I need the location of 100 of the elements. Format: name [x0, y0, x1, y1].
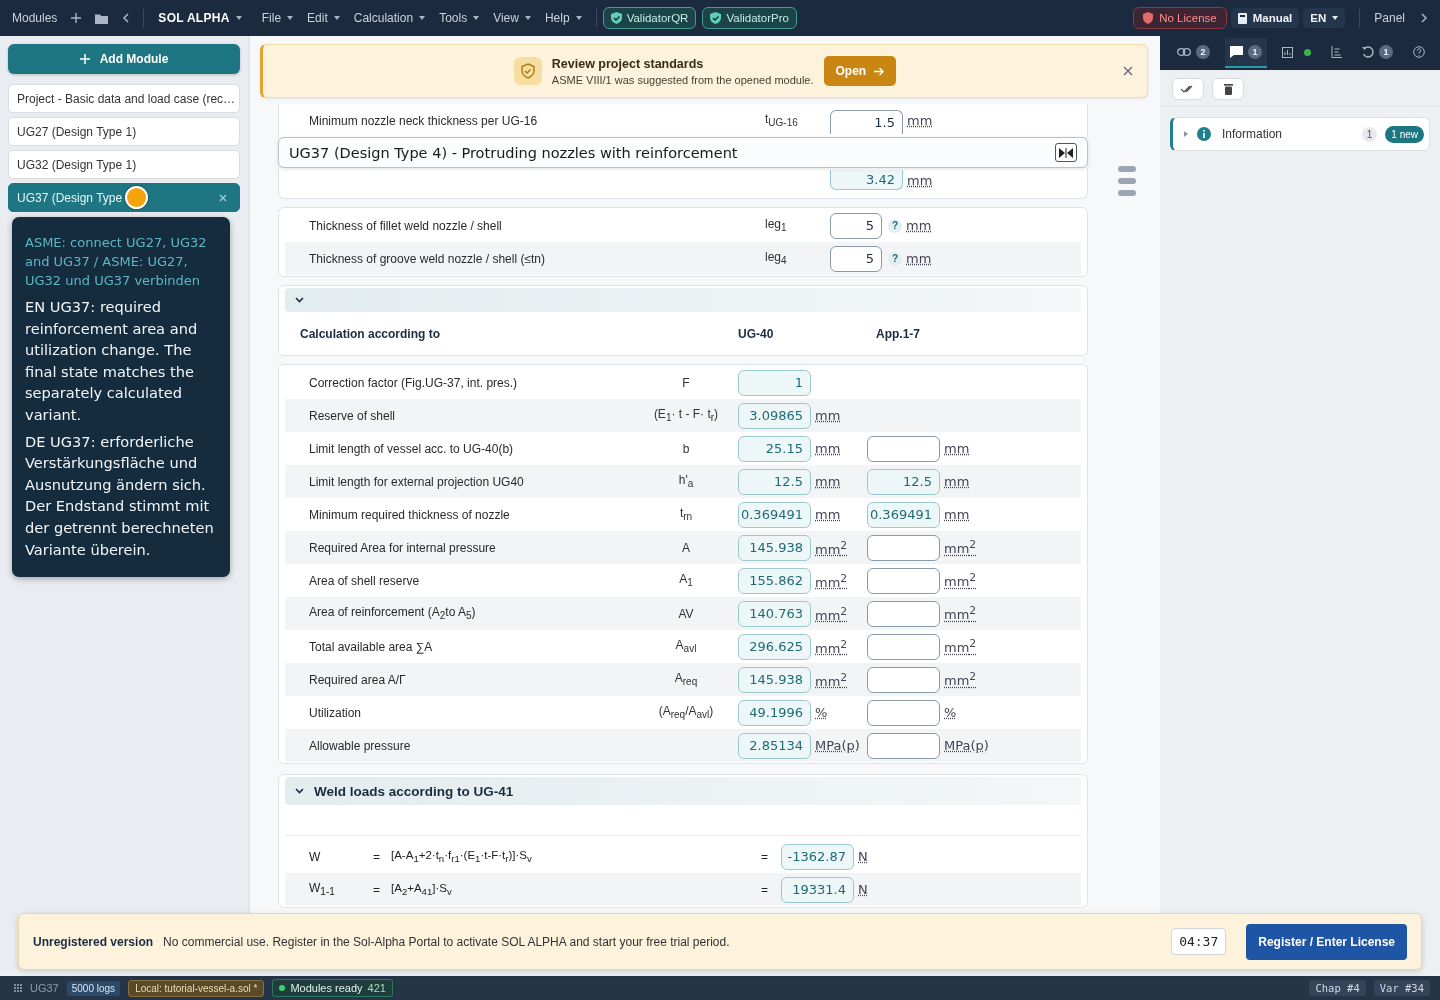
- symbol-label: A$_{1}$: [678, 572, 694, 589]
- result-field: 49.1996: [738, 699, 811, 726]
- module-item[interactable]: Project - Basic data and load case (rec…: [8, 84, 240, 113]
- input-field[interactable]: [867, 633, 940, 660]
- help-button[interactable]: ?: [888, 218, 902, 233]
- message-group[interactable]: Information 1 1 new: [1170, 117, 1430, 151]
- new-badge: 1 new: [1385, 125, 1424, 143]
- split-icon: [1059, 147, 1073, 158]
- drag-handle-icon[interactable]: [1118, 166, 1136, 196]
- result-field: -1362.87: [781, 843, 854, 870]
- unit-label: mm: [815, 474, 841, 489]
- unit-label: MPa(p): [815, 738, 860, 753]
- chevron-right-icon: [1421, 13, 1428, 23]
- result-field: 3.42: [830, 170, 903, 190]
- panel-tab[interactable]: 1: [1357, 38, 1398, 68]
- input-field[interactable]: [867, 435, 940, 462]
- input-field[interactable]: [867, 534, 940, 561]
- comment-icon: [1230, 46, 1243, 58]
- section-header[interactable]: Weld loads according to UG-41: [285, 777, 1081, 805]
- field-label: Reserve of shell: [308, 408, 397, 423]
- formula-text: [A-A$_{1}$+2·t$_{n}$·f$_{r1}$·(E$_{1}$·t-F·t$_{r}$)]·S$_{v}$: [391, 848, 533, 865]
- input-field[interactable]: [867, 567, 940, 594]
- validator-chip[interactable]: ValidatorPro: [702, 7, 797, 29]
- logs-badge[interactable]: 5000 logs: [66, 980, 121, 996]
- grip-icon: [14, 984, 22, 992]
- notice-text: ASME VIII/1 was suggested from the opened module.: [551, 73, 814, 86]
- unit-label: mm: [944, 507, 970, 522]
- input-field[interactable]: 1.5: [830, 109, 903, 134]
- variant-badge: Var #34: [1373, 980, 1430, 996]
- chevron-left-icon[interactable]: [122, 13, 130, 23]
- folder-icon[interactable]: [95, 12, 109, 24]
- modules-label: Modules: [12, 11, 58, 25]
- menu-item[interactable]: View: [493, 11, 531, 25]
- delete-button[interactable]: [1212, 78, 1244, 100]
- plus-icon[interactable]: [71, 13, 82, 23]
- add-module-button[interactable]: Add Module: [8, 44, 240, 74]
- help-icon: [1413, 46, 1425, 58]
- unit-label: %: [815, 705, 828, 720]
- unit-label: mm$^{2}$: [944, 670, 977, 689]
- symbol-label: A: [681, 540, 691, 555]
- input-field[interactable]: [867, 732, 940, 759]
- countdown-timer: 04:37: [1171, 928, 1227, 955]
- result-field: 0.369491: [867, 501, 940, 528]
- language-button[interactable]: EN: [1303, 8, 1346, 28]
- menu-item[interactable]: Calculation: [353, 11, 426, 25]
- file-badge[interactable]: Local: tutorial-vessel-a.sol *: [128, 979, 265, 997]
- unit-label: mm: [815, 507, 841, 522]
- app-menu[interactable]: SOL ALPHA: [158, 11, 242, 25]
- menu-item[interactable]: Tools: [439, 11, 480, 25]
- double-check-icon: [1181, 85, 1195, 93]
- equals-sign: =: [761, 849, 769, 864]
- shield-check-icon: [610, 12, 622, 24]
- info-icon: [1197, 127, 1211, 141]
- count-badge: 2: [1196, 45, 1210, 59]
- input-field[interactable]: 5: [830, 245, 882, 272]
- license-text: No commercial use. Register in the Sol-Alpha Portal to activate SOL ALPHA and start your free trial period.: [163, 934, 730, 949]
- count-badge: 1: [1248, 45, 1262, 59]
- panel-tab[interactable]: 1: [1225, 38, 1267, 68]
- unit-label: mm$^{2}$: [944, 571, 977, 590]
- close-icon[interactable]: [1123, 66, 1133, 76]
- field-label: Required Area for internal pressure: [308, 540, 497, 555]
- module-item[interactable]: UG32 (Design Type 1): [8, 150, 240, 179]
- menu-item[interactable]: File: [261, 11, 294, 25]
- symbol-label: A$_{req}$: [673, 671, 699, 688]
- field-label: Area of shell reserve: [308, 573, 421, 588]
- result-field: 296.625: [738, 633, 811, 660]
- panel-tab[interactable]: 2: [1172, 38, 1215, 68]
- license-status-button[interactable]: No License: [1133, 7, 1227, 29]
- split-view-button[interactable]: [1055, 143, 1077, 162]
- unit-label: N: [858, 849, 868, 864]
- input-field[interactable]: [867, 666, 940, 693]
- menu-item[interactable]: Help: [544, 11, 582, 25]
- unit-label: mm: [907, 113, 933, 128]
- unit-label: mm$^{2}$: [944, 538, 977, 557]
- register-button[interactable]: Register / Enter License: [1246, 923, 1407, 960]
- input-field[interactable]: [867, 699, 940, 726]
- help-button[interactable]: ?: [888, 251, 902, 266]
- result-field: 140.763: [738, 600, 811, 627]
- manual-button[interactable]: Manual: [1230, 8, 1300, 28]
- caret-icon: [524, 16, 531, 20]
- status-dot-icon: [1304, 48, 1311, 56]
- result-field: 145.938: [738, 666, 811, 693]
- panel-button[interactable]: Panel: [1374, 11, 1428, 25]
- module-item[interactable]: UG27 (Design Type 1): [8, 117, 240, 146]
- column-header: Calculation according to: [299, 327, 441, 341]
- symbol-label: (A$_{req}$/A$_{avl}$): [657, 704, 715, 721]
- field-label: Thickness of fillet weld nozzle / shell: [308, 218, 503, 233]
- menu-item[interactable]: Edit: [307, 11, 340, 25]
- count-badge: 1: [1361, 126, 1378, 142]
- mark-all-read-button[interactable]: [1172, 78, 1204, 100]
- formula-name: W: [308, 849, 322, 864]
- input-field[interactable]: 5: [830, 212, 882, 239]
- symbol-label: t$_{rn}$: [678, 506, 694, 523]
- module-item[interactable]: UG37 (Design Type: [8, 183, 240, 212]
- plus-icon: [79, 54, 90, 64]
- field-label: Allowable pressure: [308, 738, 412, 753]
- count-badge: 1: [1379, 45, 1393, 59]
- symbol-label: t$_{UG-16}$: [765, 112, 799, 129]
- input-field[interactable]: [867, 600, 940, 627]
- validator-chip[interactable]: ValidatorQR: [602, 7, 697, 29]
